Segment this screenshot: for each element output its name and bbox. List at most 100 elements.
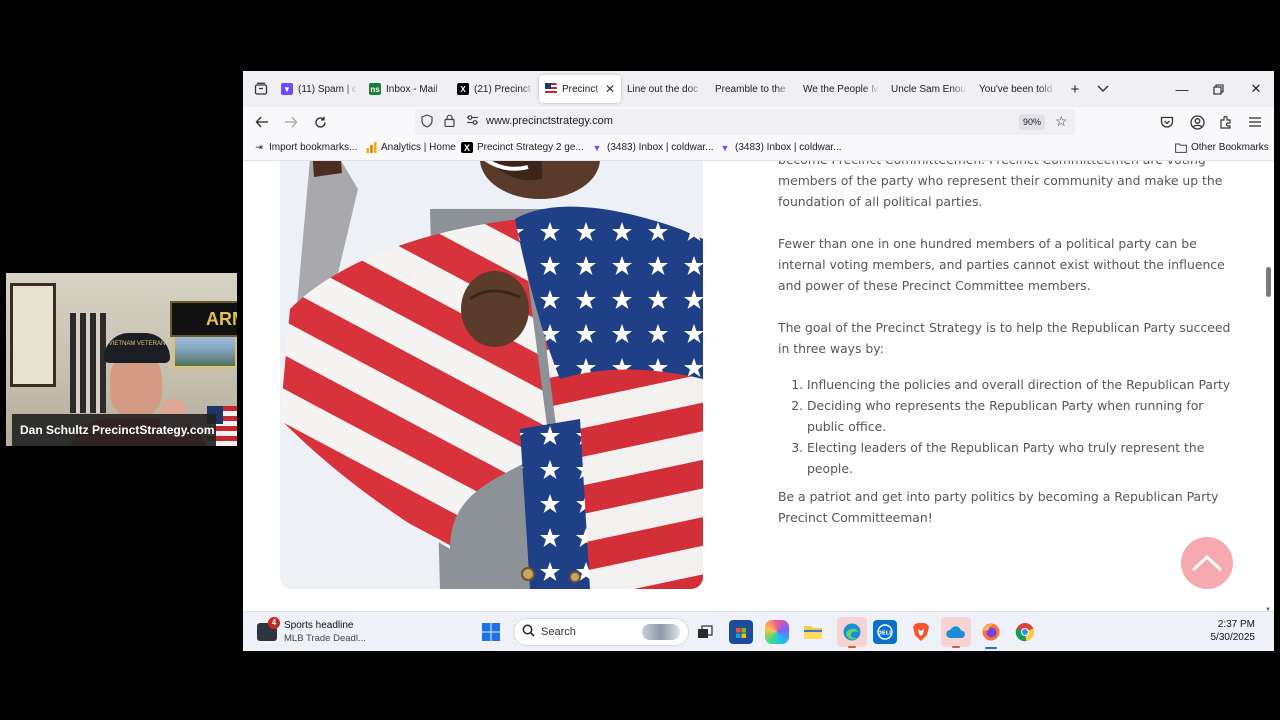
news-widget[interactable]: 4 Sports headline MLB Trade Deadl...	[257, 617, 387, 646]
news-badge: 4	[268, 617, 280, 629]
tab-label: Line out the doc	[627, 83, 699, 95]
copilot-icon[interactable]	[765, 620, 789, 644]
file-explorer-icon[interactable]	[801, 620, 825, 644]
running-indicator	[952, 646, 960, 648]
menu-hamburger-icon[interactable]	[1245, 112, 1265, 132]
reload-icon[interactable]	[308, 110, 332, 134]
forward-arrow-icon[interactable]	[279, 110, 303, 134]
onedrive-icon[interactable]	[941, 617, 971, 648]
lock-icon[interactable]	[444, 114, 455, 130]
chrome-icon[interactable]	[1013, 620, 1037, 644]
bookmark-label: (3483) Inbox | coldwar...	[607, 142, 714, 153]
tab-inbox-mail[interactable]: ns Inbox - Mail	[363, 75, 451, 103]
ways-list: Influencing the policies and overall dir…	[778, 374, 1238, 479]
back-arrow-icon[interactable]	[250, 110, 274, 134]
news-subtitle: MLB Trade Deadl...	[284, 633, 366, 644]
bookmark-inbox-2[interactable]: ▼ (3483) Inbox | coldwar...	[719, 142, 842, 153]
tab-we-the-people[interactable]: We the People M	[797, 75, 885, 103]
tab-label: Preamble to the	[715, 83, 786, 95]
x-logo-icon: X	[461, 142, 473, 153]
scroll-to-top-button[interactable]	[1181, 537, 1233, 589]
presenter-cap: VIETNAM VETERAN	[104, 333, 170, 363]
bookmark-label: Import bookmarks...	[269, 142, 358, 153]
tab-label: You've been told	[979, 83, 1053, 95]
tab-precinct-x[interactable]: X (21) Precinct	[451, 75, 539, 103]
system-clock[interactable]: 2:37 PM 5/30/2025	[1211, 618, 1256, 644]
proton-mail-icon: ▼	[720, 142, 730, 153]
bookmarks-toolbar: ⇥ Import bookmarks... Analytics | Home X…	[243, 137, 1274, 161]
browser-window: ▼ (11) Spam | c ns Inbox - Mail X (21) P…	[243, 71, 1274, 651]
brave-icon[interactable]	[909, 620, 933, 644]
svg-text:DELL: DELL	[877, 631, 893, 637]
list-all-tabs-chevron-icon[interactable]	[1089, 75, 1117, 103]
tab-bar: ▼ (11) Spam | c ns Inbox - Mail X (21) P…	[243, 71, 1274, 107]
paragraph-goal: The goal of the Precinct Strategy is to …	[778, 320, 1231, 356]
tab-uncle-sam[interactable]: Uncle Sam Enou	[885, 75, 973, 103]
bookmark-precinct-strategy[interactable]: X Precinct Strategy 2 ge...	[461, 142, 584, 153]
tab-label: (21) Precinct	[474, 83, 531, 95]
bookmark-star-icon[interactable]: ☆	[1055, 113, 1068, 130]
extensions-icon[interactable]	[1216, 112, 1236, 132]
dell-icon[interactable]: DELL	[873, 620, 897, 644]
tab-label: We the People M	[803, 83, 879, 95]
tab-label: Uncle Sam Enou	[891, 83, 967, 95]
tab-overview-icon[interactable]	[247, 75, 275, 103]
navigation-bar: www.precinctstrategy.com 90% ☆	[243, 107, 1274, 137]
url-text[interactable]: www.precinctstrategy.com	[486, 115, 613, 127]
scrollbar-thumb[interactable]	[1266, 267, 1271, 297]
account-icon[interactable]	[1187, 112, 1207, 132]
tab-spam[interactable]: ▼ (11) Spam | c	[275, 75, 363, 103]
pocket-icon[interactable]	[1157, 112, 1177, 132]
zoom-level-badge[interactable]: 90%	[1019, 114, 1045, 130]
netsuite-icon: ns	[369, 83, 381, 95]
close-tab-icon[interactable]: ✕	[605, 82, 615, 96]
new-tab-plus-icon[interactable]: +	[1061, 75, 1089, 103]
import-icon: ⇥	[255, 142, 263, 152]
store-icon[interactable]	[729, 620, 753, 644]
minimize-icon[interactable]: —	[1164, 71, 1200, 107]
proton-mail-icon: ▼	[281, 83, 293, 95]
paragraph-closing: Be a patriot and get into party politics…	[778, 489, 1219, 525]
tab-precinct-strategy[interactable]: Precinct S ✕	[539, 75, 621, 103]
bookmark-import[interactable]: ⇥ Import bookmarks...	[253, 142, 357, 153]
analytics-icon	[365, 142, 377, 153]
paragraph-fewer-than: Fewer than one in one hundred members of…	[778, 236, 1225, 293]
search-label: Search	[541, 626, 576, 638]
wall-frame	[10, 283, 56, 387]
tab-label: (11) Spam | c	[298, 83, 357, 95]
address-bar[interactable]: www.precinctstrategy.com 90% ☆	[415, 109, 1075, 135]
search-highlight-art	[642, 624, 680, 640]
firefox-icon[interactable]	[979, 620, 1003, 649]
bookmark-inbox-1[interactable]: ▼ (3483) Inbox | coldwar...	[591, 142, 714, 153]
page-scrollbar[interactable]: ▼	[1265, 161, 1272, 613]
news-title: Sports headline	[284, 620, 354, 631]
tab-youve-been-told[interactable]: You've been told	[973, 75, 1061, 103]
close-window-icon[interactable]: ✕	[1238, 71, 1274, 107]
shield-icon[interactable]	[421, 114, 433, 131]
edge-icon[interactable]	[837, 617, 867, 648]
hero-image-flag-man	[280, 161, 703, 589]
other-bookmarks[interactable]: Other Bookmarks	[1175, 142, 1269, 153]
tab-label: Precinct S	[562, 83, 603, 95]
bookmark-analytics[interactable]: Analytics | Home	[365, 142, 456, 153]
permissions-icon[interactable]	[466, 114, 479, 129]
taskbar-search[interactable]: Search	[513, 618, 689, 646]
list-item: Deciding who represents the Republican P…	[807, 395, 1238, 437]
task-view-icon[interactable]	[693, 620, 717, 644]
list-item: Electing leaders of the Republican Party…	[807, 437, 1238, 479]
start-icon[interactable]	[479, 620, 503, 644]
page-content: become Precinct Committeemen. Precinct C…	[243, 161, 1274, 611]
restore-icon[interactable]	[1200, 71, 1236, 107]
tab-line-out[interactable]: Line out the doc	[621, 75, 709, 103]
bookmark-label: Other Bookmarks	[1191, 142, 1269, 153]
bookmark-label: Analytics | Home	[381, 142, 456, 153]
wall-sign: ARM	[170, 301, 237, 337]
x-logo-icon: X	[457, 83, 469, 95]
list-item: Influencing the policies and overall dir…	[807, 374, 1238, 395]
windows-taskbar: 4 Sports headline MLB Trade Deadl... Sea…	[243, 611, 1274, 651]
tab-preamble[interactable]: Preamble to the	[709, 75, 797, 103]
running-indicator	[848, 646, 856, 648]
proton-mail-icon: ▼	[592, 142, 602, 153]
cut-off-line: become Precinct Committeemen. Precinct C…	[778, 161, 1238, 170]
webcam-overlay: ARM VIETNAM VETERAN Dan Schultz Precinct…	[6, 273, 237, 446]
